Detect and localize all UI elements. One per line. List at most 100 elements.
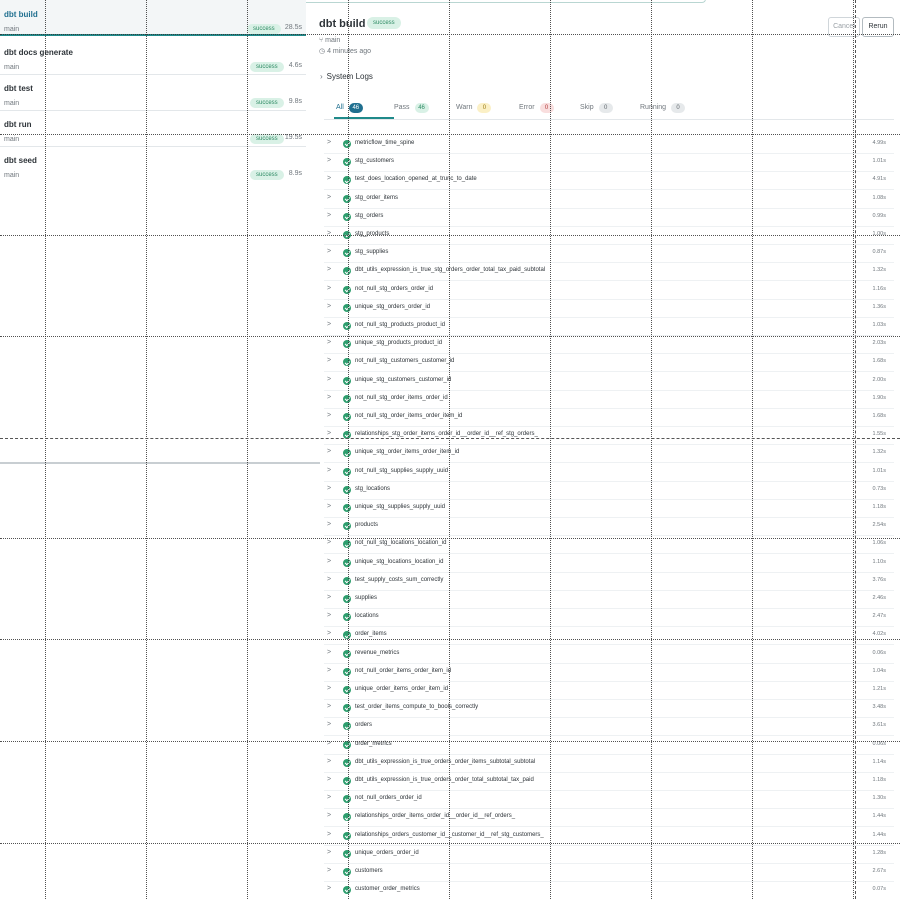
chevron-right-icon[interactable]: > [327, 339, 331, 346]
chevron-right-icon[interactable]: > [327, 812, 331, 819]
node-row[interactable]: > unique_stg_locations_location_id 1.10s [324, 555, 894, 573]
chevron-right-icon[interactable]: > [327, 849, 331, 856]
chevron-right-icon[interactable]: > [327, 649, 331, 656]
node-row[interactable]: > products 2.54s [324, 518, 894, 537]
success-check-icon [343, 158, 351, 167]
node-row[interactable]: > not_null_stg_order_items_order_id 1.90s [324, 391, 894, 409]
node-row[interactable]: > unique_stg_order_items_order_item_id 1.3… [324, 445, 894, 464]
node-row[interactable]: > supplies 2.46s [324, 591, 894, 609]
system-logs-toggle[interactable]: › System Logs [320, 72, 373, 81]
node-row[interactable]: > metricflow_time_spine 4.99s [324, 136, 894, 154]
node-row[interactable]: > not_null_stg_order_items_order_item_id 1… [324, 409, 894, 427]
node-row[interactable]: > stg_products 1.00s [324, 227, 894, 245]
node-name: unique_stg_supplies_supply_uuid [355, 504, 446, 510]
node-row[interactable]: > not_null_stg_products_product_id 1.03s [324, 318, 894, 336]
node-row[interactable]: > dbt_utils_expression_is_true_orders_ord… [324, 755, 894, 773]
node-row[interactable]: > stg_supplies 0.87s [324, 245, 894, 264]
chevron-right-icon[interactable]: > [327, 248, 331, 255]
node-row[interactable]: > customers 2.67s [324, 864, 894, 882]
chevron-right-icon[interactable]: > [327, 576, 331, 583]
node-row[interactable]: > test_order_items_compute_to_bools_corre… [324, 700, 894, 719]
chevron-right-icon[interactable]: > [327, 867, 331, 874]
grid-line [0, 34, 900, 35]
chevron-right-icon[interactable]: > [327, 412, 331, 419]
node-row[interactable]: > not_null_orders_order_id 1.30s [324, 791, 894, 810]
chevron-right-icon[interactable]: > [327, 212, 331, 219]
node-row[interactable]: > customer_order_metrics 0.07s [324, 882, 894, 899]
node-row[interactable]: > order_metrics 0.06s [324, 737, 894, 755]
node-row[interactable]: > dbt_utils_expression_is_true_stg_orders… [324, 263, 894, 282]
node-row[interactable]: > stg_orders 0.99s [324, 209, 894, 227]
app-root: dbt build main success 28.5s dbt docs ge… [0, 0, 900, 899]
node-row[interactable]: > orders 3.61s [324, 718, 894, 737]
chevron-right-icon[interactable]: > [327, 721, 331, 728]
chevron-right-icon[interactable]: > [327, 394, 331, 401]
chevron-right-icon[interactable]: > [327, 485, 331, 492]
success-check-icon [343, 758, 351, 767]
success-check-icon [343, 303, 351, 312]
chevron-right-icon[interactable]: > [327, 503, 331, 510]
node-row[interactable]: > dbt_utils_expression_is_true_orders_ord… [324, 773, 894, 791]
tab-pass[interactable]: Pass 46 [394, 102, 429, 120]
node-row[interactable]: > locations 2.47s [324, 609, 894, 628]
node-row[interactable]: > not_null_stg_orders_order_id 1.16s [324, 282, 894, 300]
tab-skip[interactable]: Skip 0 [580, 102, 613, 120]
success-check-icon [343, 267, 351, 276]
chevron-right-icon[interactable]: > [327, 266, 331, 273]
chevron-right-icon[interactable]: > [327, 630, 331, 637]
node-duration: 4.91s [872, 176, 886, 183]
chevron-right-icon[interactable]: > [327, 831, 331, 838]
node-duration: 1.28s [872, 849, 886, 856]
chevron-right-icon[interactable]: > [327, 467, 331, 474]
chevron-right-icon[interactable]: > [327, 667, 331, 674]
chevron-right-icon[interactable]: > [327, 685, 331, 692]
chevron-right-icon[interactable]: > [327, 139, 331, 146]
chevron-right-icon[interactable]: > [327, 157, 331, 164]
tab-all[interactable]: All 46 [334, 102, 394, 120]
node-row[interactable]: > relationships_stg_order_items_order_id_… [324, 427, 894, 446]
node-row[interactable]: > unique_order_items_order_item_id 1.21s [324, 682, 894, 700]
node-row[interactable]: > unique_orders_order_id 1.28s [324, 846, 894, 864]
tab-count: 0 [477, 103, 492, 113]
node-duration: 2.46s [872, 595, 886, 601]
chevron-right-icon[interactable]: > [327, 321, 331, 328]
node-row[interactable]: > relationships_order_items_order_id__ord… [324, 809, 894, 828]
node-row[interactable]: > not_null_stg_customers_customer_id 1.68s [324, 354, 894, 373]
chevron-right-icon[interactable]: > [327, 448, 331, 455]
node-row[interactable]: > stg_customers 1.01s [324, 154, 894, 173]
chevron-right-icon[interactable]: > [327, 539, 331, 546]
node-row[interactable]: > not_null_stg_locations_location_id 1.06s [324, 536, 894, 555]
chevron-right-icon[interactable]: > [327, 430, 331, 437]
chevron-right-icon[interactable]: > [327, 521, 331, 528]
chevron-right-icon[interactable]: > [327, 612, 331, 619]
node-row[interactable]: > unique_stg_supplies_supply_uuid 1.18s [324, 500, 894, 518]
chevron-right-icon[interactable]: > [327, 776, 331, 783]
node-row[interactable]: > unique_stg_orders_order_id 1.36s [324, 300, 894, 318]
node-row[interactable]: > not_null_order_items_order_item_id 1.04s [324, 664, 894, 682]
node-row[interactable]: > stg_order_items 1.08s [324, 191, 894, 209]
tab-running[interactable]: Running 0 [640, 102, 686, 120]
chevron-right-icon[interactable]: > [327, 794, 331, 801]
chevron-right-icon[interactable]: > [327, 703, 331, 710]
chevron-right-icon[interactable]: > [327, 194, 331, 201]
chevron-right-icon[interactable]: > [327, 357, 331, 364]
chevron-right-icon[interactable]: > [327, 885, 331, 892]
tab-error[interactable]: Error 0 [519, 102, 554, 120]
node-row[interactable]: > revenue_metrics 0.06s [324, 646, 894, 664]
chevron-right-icon[interactable]: > [327, 558, 331, 565]
chevron-right-icon[interactable]: > [327, 285, 331, 292]
node-row[interactable]: > stg_locations 0.73s [324, 482, 894, 500]
chevron-right-icon[interactable]: > [327, 758, 331, 765]
chevron-right-icon[interactable]: > [327, 376, 331, 383]
tab-warn[interactable]: Warn 0 [456, 102, 492, 120]
node-row[interactable]: > order_items 4.02s [324, 627, 894, 646]
node-row[interactable]: > not_null_stg_supplies_supply_uuid 1.01s [324, 464, 894, 482]
success-check-icon [343, 522, 351, 531]
node-row[interactable]: > test_does_location_opened_at_trunc_to_d… [324, 172, 894, 191]
chevron-right-icon[interactable]: > [327, 594, 331, 601]
chevron-right-icon[interactable]: > [327, 175, 331, 182]
node-row[interactable]: > unique_stg_products_product_id 2.03s [324, 336, 894, 355]
node-row[interactable]: > test_supply_costs_sum_correctly 3.76s [324, 573, 894, 591]
node-row[interactable]: > unique_stg_customers_customer_id 2.00s [324, 373, 894, 391]
chevron-right-icon[interactable]: > [327, 303, 331, 310]
